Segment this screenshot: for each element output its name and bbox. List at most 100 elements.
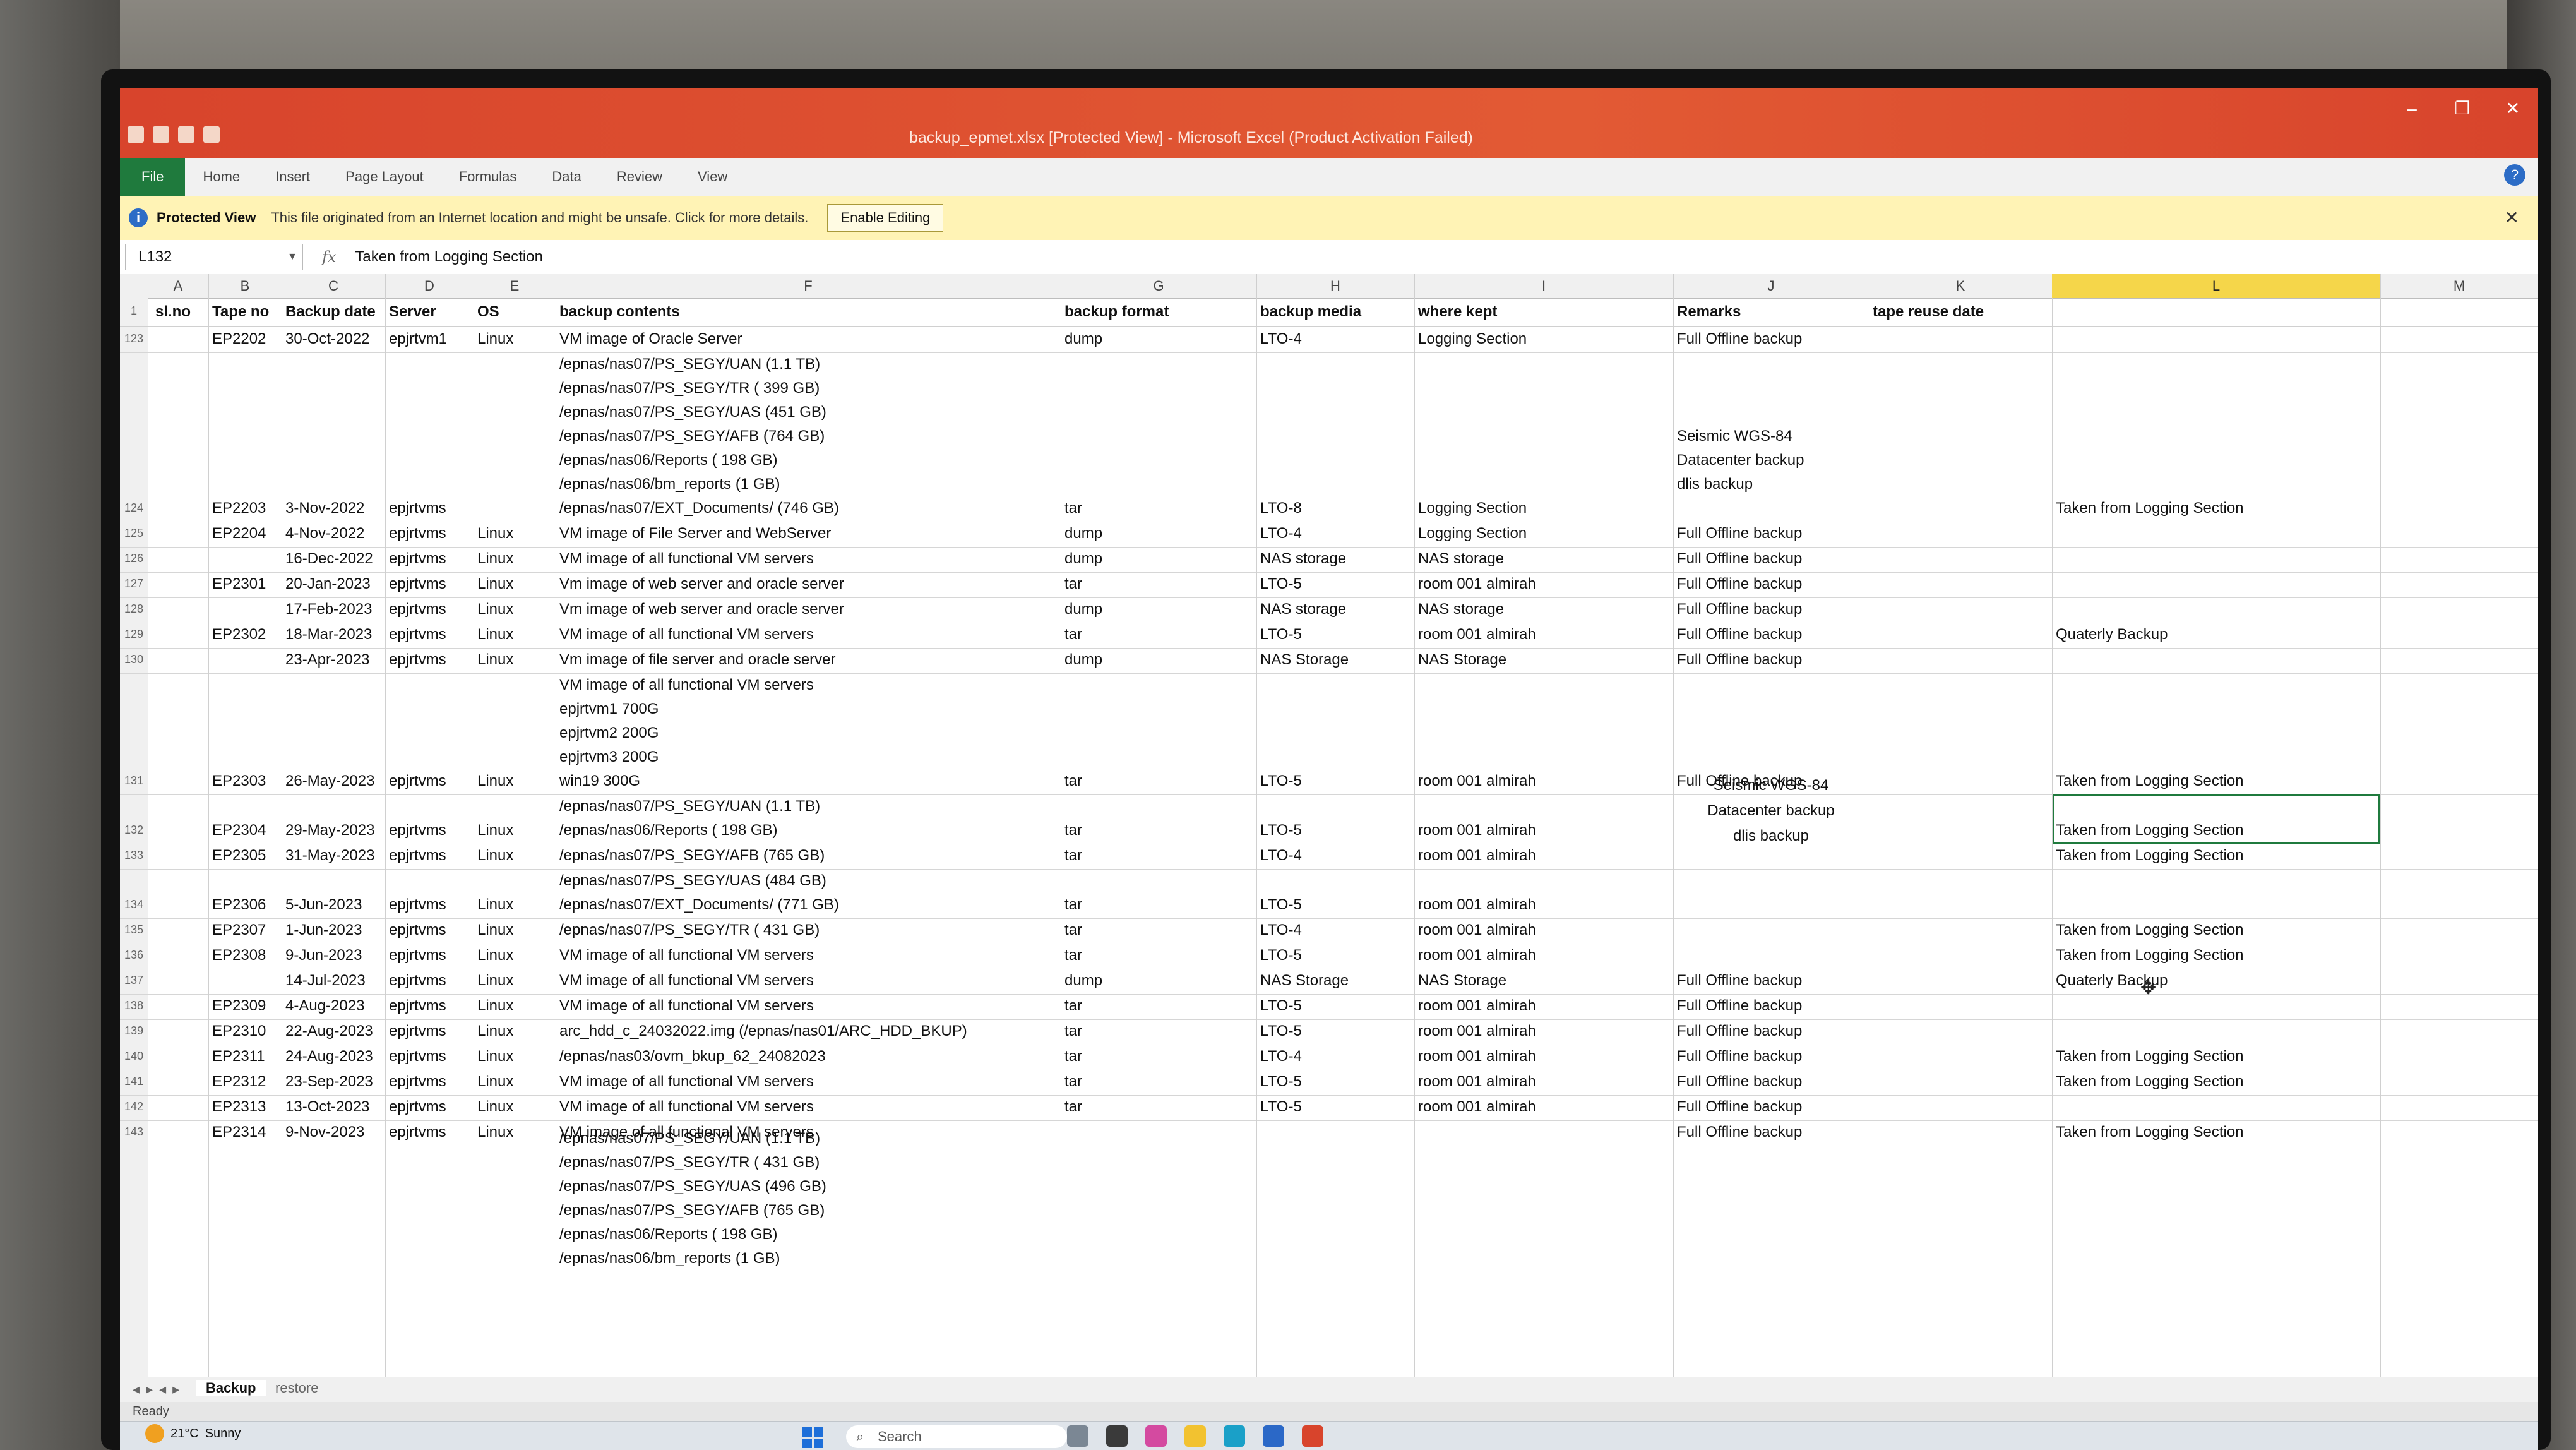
- cell-backup-contents[interactable]: VM image of all functional VM servers: [556, 547, 1064, 571]
- cell-where-kept[interactable]: NAS storage: [1414, 597, 1677, 621]
- table-row[interactable]: 129 EP2302 18-Mar-2023 epjrtvms Linux VM imag…: [120, 623, 2538, 649]
- cell-tape-no[interactable]: EP2314: [208, 1120, 285, 1144]
- enable-editing-button[interactable]: Enable Editing: [827, 204, 944, 232]
- save-icon[interactable]: [153, 126, 169, 143]
- cell-backup-media[interactable]: NAS Storage: [1256, 969, 1418, 993]
- cell-note[interactable]: Taken from Logging Section: [2052, 1120, 2384, 1144]
- chevron-down-icon[interactable]: ▼: [287, 244, 297, 270]
- cell-backup-contents[interactable]: VM image of all functional VM servers: [556, 623, 1064, 647]
- cell-where-kept[interactable]: room 001 almirah: [1414, 1070, 1677, 1094]
- row-number[interactable]: 140: [120, 1050, 148, 1063]
- tab-insert[interactable]: Insert: [258, 169, 328, 185]
- cell-backup-media[interactable]: LTO-8: [1256, 496, 1418, 520]
- tab-file[interactable]: File: [120, 158, 186, 196]
- header-backup-format[interactable]: backup format: [1061, 298, 1260, 326]
- column-header-k[interactable]: K: [1869, 274, 2053, 298]
- table-row[interactable]: 128 17-Feb-2023 epjrtvms Linux Vm image of w…: [120, 597, 2538, 623]
- cell-where-kept[interactable]: room 001 almirah: [1414, 1095, 1677, 1119]
- cell-where-kept[interactable]: room 001 almirah: [1414, 1045, 1677, 1069]
- teams-icon[interactable]: [1145, 1425, 1167, 1447]
- cell-os[interactable]: Linux: [474, 969, 559, 993]
- trailing-contents-line[interactable]: /epnas/nas06/Reports ( 198 GB): [556, 1223, 826, 1247]
- table-row[interactable]: 139 EP2310 22-Aug-2023 epjrtvms Linux arc_hdd…: [120, 1019, 2538, 1045]
- cell-backup-contents-line[interactable]: epjrtvm3 200G: [556, 745, 1064, 769]
- cell-backup-contents-line[interactable]: /epnas/nas06/Reports ( 198 GB): [556, 448, 1064, 472]
- cell-server[interactable]: epjrtvms: [385, 1120, 477, 1144]
- table-row[interactable]: 133 EP2305 31-May-2023 epjrtvms Linux/epnas/…: [120, 844, 2538, 870]
- cell-backup-format[interactable]: tar: [1061, 1095, 1260, 1119]
- cell-backup-media[interactable]: LTO-5: [1256, 1070, 1418, 1094]
- cell-backup-date[interactable]: 9-Nov-2023: [282, 1120, 389, 1144]
- cell-where-kept[interactable]: NAS storage: [1414, 547, 1677, 571]
- cell-where-kept[interactable]: Logging Section: [1414, 327, 1677, 351]
- cell-remarks[interactable]: Full Offline backup: [1673, 327, 1873, 351]
- cell-remarks-line[interactable]: Datacenter backup: [1673, 448, 1873, 472]
- cell-tape-no[interactable]: EP2305: [208, 844, 285, 868]
- store-icon[interactable]: [1263, 1425, 1284, 1447]
- tab-page-layout[interactable]: Page Layout: [328, 169, 441, 185]
- table-row[interactable]: 142 EP2313 13-Oct-2023 epjrtvms Linux VM imag…: [120, 1095, 2538, 1121]
- cell-server[interactable]: epjrtvms: [385, 547, 477, 571]
- restore-icon[interactable]: ❐: [2443, 95, 2481, 123]
- cell-remarks[interactable]: Full Offline backup: [1673, 623, 1873, 647]
- cell-remarks[interactable]: Full Offline backup: [1673, 597, 1873, 621]
- table-row[interactable]: 124 EP2203 3-Nov-2022 epjrtvms/epnas/nas07/…: [120, 352, 2538, 522]
- cell-os[interactable]: Linux: [474, 1095, 559, 1119]
- column-header-b[interactable]: B: [208, 274, 282, 298]
- cell-backup-contents[interactable]: arc_hdd_c_24032022.img (/epnas/nas01/ARC…: [556, 1019, 1064, 1043]
- cell-backup-format[interactable]: tar: [1061, 844, 1260, 868]
- cell-backup-format[interactable]: dump: [1061, 327, 1260, 351]
- cell-backup-contents[interactable]: VM image of all functional VM servers: [556, 1070, 1064, 1094]
- cell-backup-date[interactable]: 29-May-2023: [282, 818, 389, 842]
- header-server[interactable]: Server: [385, 298, 471, 326]
- cell-backup-media[interactable]: NAS storage: [1256, 547, 1418, 571]
- cell-backup-media[interactable]: LTO-5: [1256, 572, 1418, 596]
- table-row[interactable]: 123 EP2202 30-Oct-2022 epjrtvm1 Linux VM imag…: [120, 327, 2538, 353]
- row-number[interactable]: 132: [120, 824, 148, 837]
- table-row[interactable]: 130 23-Apr-2023 epjrtvms Linux Vm image of f…: [120, 648, 2538, 674]
- cell-backup-contents[interactable]: VM image of all functional VM servers: [556, 944, 1064, 968]
- cell-server[interactable]: epjrtvms: [385, 648, 477, 672]
- cell-backup-contents[interactable]: VM image of all functional VM servers: [556, 1095, 1064, 1119]
- row-number[interactable]: 138: [120, 999, 148, 1012]
- cell-backup-media[interactable]: LTO-5: [1256, 944, 1418, 968]
- cell-remarks[interactable]: Full Offline backup: [1673, 572, 1873, 596]
- table-row[interactable]: 131 EP2303 26-May-2023 epjrtvms Linux VM imag…: [120, 673, 2538, 795]
- cell-tape-no[interactable]: EP2301: [208, 572, 285, 596]
- cell-os[interactable]: Linux: [474, 327, 559, 351]
- cell-os[interactable]: Linux: [474, 994, 559, 1018]
- row-number[interactable]: 141: [120, 1075, 148, 1088]
- row-number[interactable]: 130: [120, 653, 148, 666]
- cell-os[interactable]: Linux: [474, 547, 559, 571]
- row-number[interactable]: 136: [120, 949, 148, 962]
- table-row[interactable]: 137 14-Jul-2023 epjrtvms Linux VM image of a…: [120, 969, 2538, 995]
- column-header-h[interactable]: H: [1256, 274, 1415, 298]
- cell-tape-no[interactable]: EP2311: [208, 1045, 285, 1069]
- taskbar-search[interactable]: ⌕ Search: [846, 1425, 1067, 1448]
- cell-backup-contents[interactable]: /epnas/nas07/PS_SEGY/AFB (765 GB): [556, 844, 1064, 868]
- cell-tape-no[interactable]: EP2312: [208, 1070, 285, 1094]
- trailing-contents-line[interactable]: /epnas/nas07/PS_SEGY/TR ( 431 GB): [556, 1151, 826, 1175]
- cell-backup-contents[interactable]: VM image of File Server and WebServer: [556, 522, 1064, 546]
- cell-backup-contents[interactable]: /epnas/nas03/ovm_bkup_62_24082023: [556, 1045, 1064, 1069]
- header-backup-contents[interactable]: backup contents: [556, 298, 1064, 326]
- cell-note[interactable]: Taken from Logging Section: [2052, 918, 2384, 942]
- cell-backup-contents-line[interactable]: /epnas/nas07/EXT_Documents/ (746 GB): [556, 496, 1064, 520]
- cell-os[interactable]: Linux: [474, 893, 559, 917]
- table-row[interactable]: 134 EP2306 5-Jun-2023 epjrtvms Linux/epnas/n…: [120, 869, 2538, 919]
- cell-remarks[interactable]: Full Offline backup: [1673, 1120, 1873, 1144]
- table-row[interactable]: 138 EP2309 4-Aug-2023 epjrtvms Linux VM image…: [120, 994, 2538, 1020]
- cell-os[interactable]: Linux: [474, 769, 559, 793]
- row-number[interactable]: 129: [120, 628, 148, 641]
- cell-backup-format[interactable]: tar: [1061, 1019, 1260, 1043]
- cell-backup-media[interactable]: LTO-4: [1256, 522, 1418, 546]
- file-explorer-icon[interactable]: [1184, 1425, 1206, 1447]
- cell-server[interactable]: epjrtvms: [385, 769, 477, 793]
- cell-backup-contents[interactable]: Vm image of file server and oracle serve…: [556, 648, 1064, 672]
- cell-tape-no[interactable]: EP2306: [208, 893, 285, 917]
- header-backup-media[interactable]: backup media: [1256, 298, 1418, 326]
- cell-remarks[interactable]: Full Offline backup: [1673, 1095, 1873, 1119]
- cell-backup-date[interactable]: 1-Jun-2023: [282, 918, 389, 942]
- cell-where-kept[interactable]: room 001 almirah: [1414, 944, 1677, 968]
- row-number[interactable]: 143: [120, 1125, 148, 1139]
